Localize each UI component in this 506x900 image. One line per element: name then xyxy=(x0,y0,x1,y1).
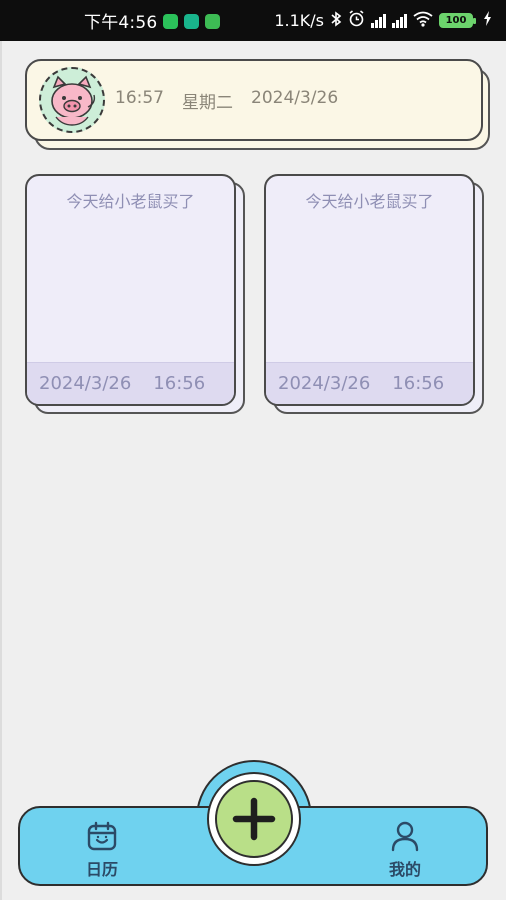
header-datetime: 16:57 星期二 2024/3/26 xyxy=(115,88,338,113)
signal-icon xyxy=(371,13,386,28)
note-footer: 2024/3/26 16:56 xyxy=(27,362,234,404)
signal-icon xyxy=(392,13,407,28)
header-time: 16:57 xyxy=(115,87,164,108)
plus-icon xyxy=(232,797,276,841)
battery-level: 100 xyxy=(445,15,467,26)
note-card[interactable]: 今天给小老鼠买了 2024/3/26 16:56 xyxy=(264,174,475,406)
note-title: 今天给小老鼠买了 xyxy=(66,192,195,211)
header-weekday: 星期二 xyxy=(182,92,233,113)
calendar-icon xyxy=(87,821,117,851)
network-speed: 1.1K/s xyxy=(274,11,324,30)
note-time: 16:56 xyxy=(392,373,445,394)
screen-edge xyxy=(0,41,2,900)
note-date: 2024/3/26 xyxy=(39,373,132,394)
wechat-icon xyxy=(163,14,179,29)
header-date: 2024/3/26 xyxy=(251,87,339,108)
avatar[interactable] xyxy=(39,67,105,133)
pig-icon xyxy=(51,75,96,126)
wifi-icon xyxy=(413,11,433,31)
nav-label-calendar: 日历 xyxy=(85,860,118,879)
nav-label-profile: 我的 xyxy=(388,860,421,879)
nav-item-profile[interactable]: 我的 xyxy=(370,820,440,880)
add-button[interactable] xyxy=(215,780,293,858)
add-button-ring xyxy=(207,772,301,866)
status-time: 下午4:56 xyxy=(84,13,158,33)
note-date: 2024/3/26 xyxy=(278,373,371,394)
note-footer: 2024/3/26 16:56 xyxy=(266,362,473,404)
note-title: 今天给小老鼠买了 xyxy=(305,192,434,211)
battery-icon: 100 xyxy=(439,13,476,28)
alarm-icon xyxy=(348,10,365,31)
note-card[interactable]: 今天给小老鼠买了 2024/3/26 16:56 xyxy=(25,174,236,406)
app-icon xyxy=(184,14,200,29)
note-time: 16:56 xyxy=(153,373,206,394)
nav-item-calendar[interactable]: 日历 xyxy=(67,820,137,880)
user-icon xyxy=(391,821,419,852)
header-card: 16:57 星期二 2024/3/26 xyxy=(25,59,483,141)
status-bar: 下午4:56 1.1K/s 100 xyxy=(0,0,506,41)
app-icon xyxy=(205,14,221,29)
bluetooth-icon xyxy=(330,10,342,31)
charging-icon xyxy=(483,11,492,30)
